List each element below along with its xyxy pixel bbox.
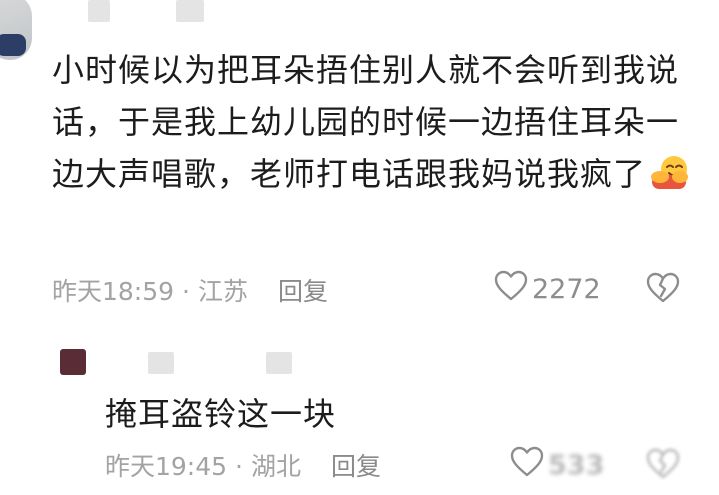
username-redacted[interactable] [176,0,204,22]
like-button[interactable]: 2272 [494,270,601,309]
reply-username-redacted[interactable] [148,352,174,374]
reply-like-count: 533 [548,450,605,481]
reply-button[interactable]: 回复 [278,277,328,306]
reply-reply-button[interactable]: 回复 [331,452,381,481]
dislike-button[interactable] [646,272,680,308]
like-count: 2272 [532,274,601,305]
comment-time: 昨天18:59 [52,277,175,306]
hugging-face-emoji-icon [650,154,690,190]
heart-outline-icon[interactable] [494,270,528,309]
heart-outline-icon[interactable] [510,446,544,485]
broken-heart-icon[interactable] [646,272,680,308]
reply-avatar[interactable] [60,349,86,375]
username-redacted[interactable] [88,0,110,22]
comment-meta: 昨天18:59 · 江苏 回复 [52,272,328,308]
reply-dislike-button[interactable] [646,448,680,484]
reply-body: 掩耳盗铃这一块 [105,395,337,433]
separator-dot: · [182,277,190,306]
comment-location: 江苏 [198,277,249,306]
comment-text: 小时候以为把耳朵捂住别人就不会听到我说话，于是我上幼儿园的时候一边捂住耳朵一边大… [52,51,680,193]
comment-body: 小时候以为把耳朵捂住别人就不会听到我说话，于是我上幼儿园的时候一边捂住耳朵一边大… [52,44,692,200]
reply-like-button[interactable]: 533 [510,446,604,485]
reply-meta: 昨天19:45 · 湖北 回复 [105,447,381,483]
reply-username-redacted[interactable] [266,352,292,374]
separator-dot: · [235,452,243,481]
reply-time: 昨天19:45 [105,452,228,481]
avatar[interactable] [0,0,32,60]
reply-location: 湖北 [251,452,302,481]
broken-heart-icon[interactable] [646,448,680,484]
